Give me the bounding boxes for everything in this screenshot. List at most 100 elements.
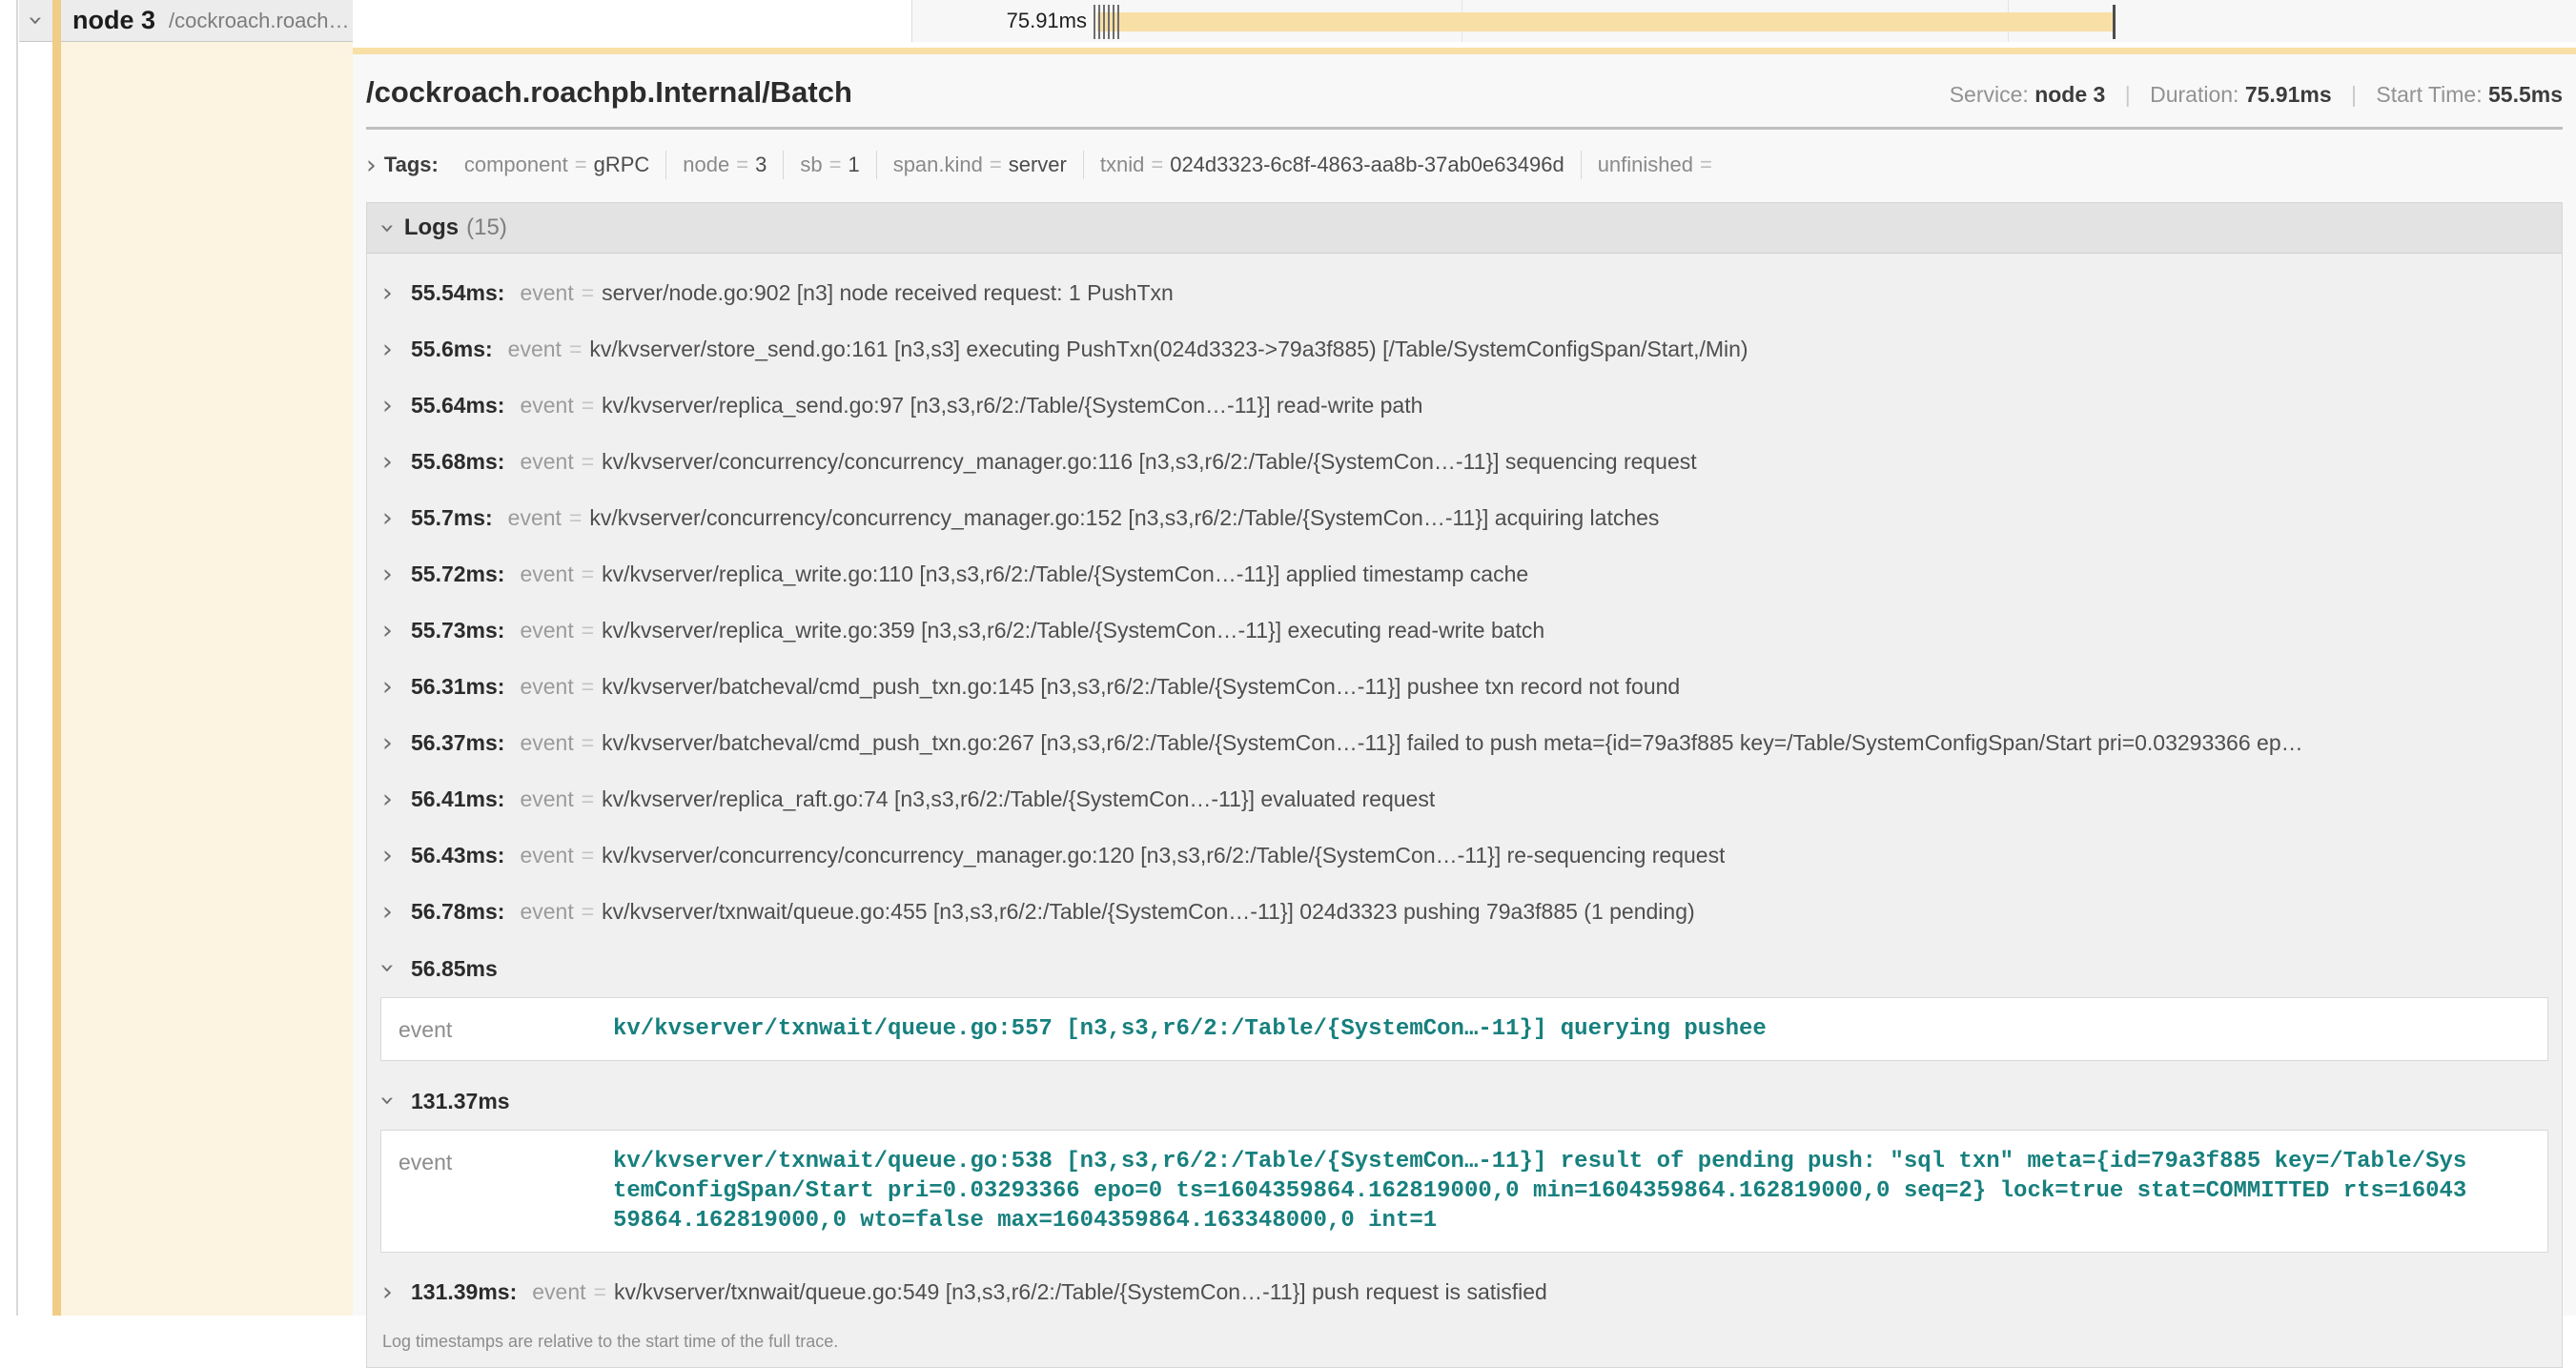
tag-item[interactable]: txnid=024d3323-6c8f-4863-aa8b-37ab0e6349… xyxy=(1083,151,1581,179)
tag-equals-sign: = xyxy=(1700,153,1712,177)
tags-chevron-icon[interactable]: › xyxy=(366,153,377,178)
event-field-label: event xyxy=(399,1014,613,1043)
service-name: node 3 xyxy=(72,6,155,35)
log-row[interactable]: ›56.78ms:event=kv/kvserver/txnwait/queue… xyxy=(367,884,2562,940)
tag-item[interactable]: sb=1 xyxy=(783,151,875,179)
span-bar[interactable] xyxy=(1097,12,2115,31)
log-row[interactable]: ›56.31ms:event=kv/kvserver/batcheval/cmd… xyxy=(367,659,2562,715)
log-equals-sign: = xyxy=(582,449,594,475)
tag-item[interactable]: component=gRPC xyxy=(448,151,665,179)
chevron-right-icon[interactable]: › xyxy=(382,280,411,307)
chevron-right-icon[interactable]: › xyxy=(382,899,411,926)
log-equals-sign: = xyxy=(582,843,594,868)
log-row[interactable]: ›55.68ms:event=kv/kvserver/concurrency/c… xyxy=(367,434,2562,490)
timeline-row[interactable]: › node 3 /cockroach.roach… 75.91ms xyxy=(0,0,2576,42)
tag-equals-sign: = xyxy=(575,153,587,177)
tags-row[interactable]: › Tags: component=gRPCnode=3sb=1span.kin… xyxy=(366,145,2563,185)
log-value: kv/kvserver/replica_write.go:110 [n3,s3,… xyxy=(602,561,1528,587)
log-equals-sign: = xyxy=(594,1279,606,1305)
log-field-key: event xyxy=(508,337,562,362)
chevron-right-icon[interactable]: › xyxy=(382,618,411,644)
service-label: Service: xyxy=(1950,82,2029,107)
log-value: kv/kvserver/replica_send.go:97 [n3,s3,r6… xyxy=(602,393,1422,419)
log-timestamp: 56.78ms: xyxy=(411,899,504,925)
chevron-right-icon[interactable]: › xyxy=(382,730,411,757)
detail-row-left-band xyxy=(61,42,353,1316)
tag-value: 024d3323-6c8f-4863-aa8b-37ab0e63496d xyxy=(1170,153,1564,177)
logs-section: › Logs (15) ›55.54ms:event=server/node.g… xyxy=(366,202,2563,1368)
log-timestamp: 56.31ms: xyxy=(411,674,504,700)
log-timestamp: 55.64ms: xyxy=(411,393,504,419)
event-detail-card: eventkv/kvserver/txnwait/queue.go:538 [n… xyxy=(380,1130,2548,1253)
log-timestamp: 55.54ms: xyxy=(411,280,504,306)
span-detail-panel: /cockroach.roachpb.Internal/Batch Servic… xyxy=(353,48,2576,1316)
tag-item[interactable]: node=3 xyxy=(665,151,783,179)
chevron-right-icon[interactable]: › xyxy=(382,674,411,701)
log-tick-marks xyxy=(1094,5,1122,39)
chevron-right-icon[interactable]: › xyxy=(382,393,411,419)
log-timestamp: 56.85ms xyxy=(411,956,498,982)
log-row[interactable]: ›55.54ms:event=server/node.go:902 [n3] n… xyxy=(367,265,2562,321)
tag-equals-sign: = xyxy=(829,153,842,177)
log-equals-sign: = xyxy=(582,786,594,812)
logs-header[interactable]: › Logs (15) xyxy=(367,203,2562,254)
tag-item[interactable]: span.kind=server xyxy=(876,151,1083,179)
event-field-value: kv/kvserver/txnwait/queue.go:557 [n3,s3,… xyxy=(613,1014,1767,1044)
logs-title: Logs xyxy=(404,214,459,241)
log-equals-sign: = xyxy=(582,730,594,756)
log-field-key: event xyxy=(520,393,573,419)
tag-value: server xyxy=(1009,153,1067,177)
chevron-right-icon[interactable]: › xyxy=(382,337,411,363)
chevron-right-icon[interactable]: › xyxy=(382,1279,411,1306)
log-field-key: event xyxy=(520,561,573,587)
logs-chevron-icon[interactable]: › xyxy=(375,223,400,234)
service-value: node 3 xyxy=(2034,82,2105,107)
log-value: kv/kvserver/replica_write.go:359 [n3,s3,… xyxy=(602,618,1544,643)
span-name-cell[interactable]: › node 3 /cockroach.roach… xyxy=(19,0,353,42)
tag-key: sb xyxy=(800,153,822,177)
log-timestamp: 55.73ms: xyxy=(411,618,504,643)
event-field-label: event xyxy=(399,1147,613,1175)
log-timestamp: 56.43ms: xyxy=(411,843,504,868)
log-row-expanded-header[interactable]: ›131.37ms xyxy=(367,1072,2562,1124)
tag-value: 3 xyxy=(755,153,767,177)
log-field-key: event xyxy=(520,843,573,868)
collapse-chevron-icon[interactable]: › xyxy=(19,8,51,33)
log-equals-sign: = xyxy=(569,337,582,362)
start-time-label: Start Time: xyxy=(2376,82,2482,107)
chevron-down-icon[interactable]: › xyxy=(382,955,411,982)
log-row[interactable]: ›56.37ms:event=kv/kvserver/batcheval/cmd… xyxy=(367,715,2562,771)
logs-footnote: Log timestamps are relative to the start… xyxy=(367,1320,2562,1367)
log-row[interactable]: ›55.72ms:event=kv/kvserver/replica_write… xyxy=(367,546,2562,602)
chevron-right-icon[interactable]: › xyxy=(382,449,411,476)
log-equals-sign: = xyxy=(582,393,594,419)
log-field-key: event xyxy=(520,786,573,812)
logs-list: ›55.54ms:event=server/node.go:902 [n3] n… xyxy=(367,254,2562,1320)
log-row[interactable]: ›55.7ms:event=kv/kvserver/concurrency/co… xyxy=(367,490,2562,546)
chevron-right-icon[interactable]: › xyxy=(382,505,411,532)
log-row[interactable]: ›56.43ms:event=kv/kvserver/concurrency/c… xyxy=(367,827,2562,884)
log-field-key: event xyxy=(520,899,573,925)
log-row-expanded-header[interactable]: ›56.85ms xyxy=(367,940,2562,991)
chevron-right-icon[interactable]: › xyxy=(382,786,411,813)
tag-value: gRPC xyxy=(594,153,650,177)
span-color-stripe xyxy=(52,0,61,1316)
log-equals-sign: = xyxy=(582,561,594,587)
duration-label: Duration: xyxy=(2150,82,2239,107)
log-equals-sign: = xyxy=(569,505,582,531)
log-row[interactable]: ›55.64ms: event = kv/kvserver/replica_send.… xyxy=(367,378,2562,434)
chevron-right-icon[interactable]: › xyxy=(382,561,411,588)
log-value: server/node.go:902 [n3] node received re… xyxy=(602,280,1174,306)
chevron-down-icon[interactable]: › xyxy=(382,1088,411,1114)
log-row[interactable]: ›55.73ms:event=kv/kvserver/replica_write… xyxy=(367,602,2562,659)
chevron-right-icon[interactable]: › xyxy=(382,843,411,869)
span-summary: Service: node 3 | Duration: 75.91ms | St… xyxy=(1950,82,2563,108)
span-duration-label: 75.91ms xyxy=(858,0,1087,42)
log-row[interactable]: ›131.39ms:event=kv/kvserver/txnwait/queu… xyxy=(367,1264,2562,1320)
tag-item[interactable]: unfinished= xyxy=(1581,151,1735,179)
log-equals-sign: = xyxy=(582,899,594,925)
operation-name: /cockroach.roach… xyxy=(169,9,350,33)
log-row[interactable]: ›56.41ms:event=kv/kvserver/replica_raft.… xyxy=(367,771,2562,827)
event-detail-card: eventkv/kvserver/txnwait/queue.go:557 [n… xyxy=(380,997,2548,1061)
log-row[interactable]: ›55.6ms:event=kv/kvserver/store_send.go:… xyxy=(367,321,2562,378)
